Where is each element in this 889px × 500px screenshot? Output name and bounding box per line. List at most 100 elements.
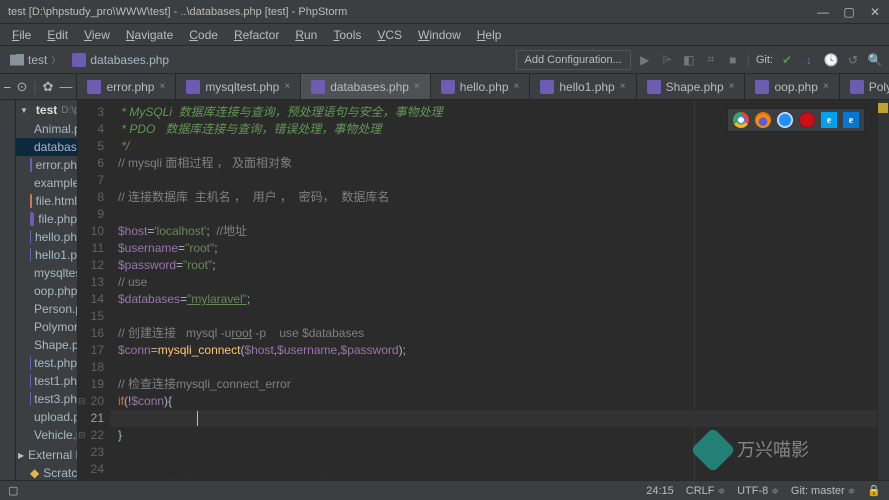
code-line (118, 206, 889, 223)
line-separator[interactable]: CRLF ≑ (686, 485, 725, 497)
menu-edit[interactable]: Edit (39, 26, 76, 44)
tree-root[interactable]: ▼ test D:\php (16, 100, 77, 120)
window-controls: — ▢ ✕ (817, 6, 881, 18)
menu-help[interactable]: Help (469, 26, 510, 44)
scrollbar-margin[interactable] (877, 100, 889, 480)
coverage-icon[interactable]: ◧ (681, 52, 697, 68)
close-icon[interactable]: × (284, 81, 290, 92)
tree-item[interactable]: file.php (16, 210, 77, 228)
vcs-history-icon[interactable]: 🕓 (823, 52, 839, 68)
tree-item[interactable]: database (16, 138, 77, 156)
tree-item[interactable]: hello1.p (16, 246, 77, 264)
tree-item[interactable]: test3.ph (16, 390, 77, 408)
tree-item[interactable]: file.html (16, 192, 77, 210)
menu-refactor[interactable]: Refactor (226, 26, 287, 44)
tree-scratches[interactable]: ◆ Scratches an (16, 464, 77, 480)
php-file-icon (311, 80, 325, 94)
tab-Shape.php[interactable]: Shape.php× (637, 74, 746, 99)
vcs-revert-icon[interactable]: ↺ (845, 52, 861, 68)
search-icon[interactable]: 🔍 (867, 52, 883, 68)
tree-item[interactable]: Vehicle.p (16, 426, 77, 444)
menu-navigate[interactable]: Navigate (118, 26, 181, 44)
code-line: // mysqli 面相过程 ， 及面相对象 (118, 155, 889, 172)
project-rail[interactable] (0, 100, 16, 480)
close-icon[interactable]: × (823, 81, 829, 92)
file-encoding[interactable]: UTF-8 ≑ (737, 485, 779, 497)
gutter: 345678910111213141516171819⊟2021⊟2223242… (78, 100, 110, 480)
title-bar: test [D:\phpstudy_pro\WWW\test] - ..\dat… (0, 0, 889, 24)
git-branch[interactable]: Git: master ≑ (791, 485, 855, 497)
php-file-icon (850, 80, 864, 94)
vcs-update-icon[interactable]: ↓ (801, 52, 817, 68)
tab-hello1.php[interactable]: hello1.php× (530, 74, 636, 99)
caret-position[interactable]: 24:15 (646, 485, 674, 497)
code-editor[interactable]: 345678910111213141516171819⊟2021⊟2223242… (78, 100, 889, 480)
opera-icon[interactable] (799, 112, 815, 128)
file-icon (30, 248, 31, 262)
tree-item[interactable]: oop.php (16, 282, 77, 300)
close-icon[interactable]: × (729, 81, 735, 92)
tree-item[interactable]: example. (16, 174, 77, 192)
php-file-icon (755, 80, 769, 94)
add-configuration-button[interactable]: Add Configuration... (516, 50, 631, 70)
debug-icon[interactable]: ⌲ (659, 52, 675, 68)
maximize-icon[interactable]: ▢ (843, 6, 855, 18)
menu-view[interactable]: View (76, 26, 118, 44)
tree-item[interactable]: Shape.p (16, 336, 77, 354)
vcs-commit-icon[interactable]: ✔ (779, 52, 795, 68)
tab-oop.php[interactable]: oop.php× (745, 74, 839, 99)
gear-icon[interactable]: ✿ (43, 79, 54, 95)
breadcrumb-root[interactable]: test 〉 (6, 51, 64, 69)
menu-run[interactable]: Run (287, 26, 325, 44)
menu-file[interactable]: File (4, 26, 39, 44)
run-icon[interactable]: ▶ (637, 52, 653, 68)
tree-item[interactable]: error.ph (16, 156, 77, 174)
triangle-down-icon: ▼ (20, 106, 28, 115)
file-icon (30, 230, 31, 244)
breadcrumb-file[interactable]: databases.php (68, 51, 173, 69)
menu-tools[interactable]: Tools (325, 26, 369, 44)
close-icon[interactable]: × (414, 81, 420, 92)
readonly-toggle-icon[interactable]: 🔒 (867, 484, 881, 497)
select-open-icon[interactable]: ⊙ (17, 79, 28, 95)
file-icon (30, 158, 32, 172)
chrome-icon[interactable] (733, 112, 749, 128)
tool-buttons-toggle[interactable]: ▢ (8, 485, 18, 497)
close-icon[interactable]: × (159, 81, 165, 92)
tab-databases.php[interactable]: databases.php× (301, 74, 431, 99)
main-area: ▼ test D:\php Animal.pdatabaseerror.phex… (0, 100, 889, 480)
tree-external-libraries[interactable]: ▶ External Libr (16, 446, 77, 464)
menu-window[interactable]: Window (410, 26, 469, 44)
collapse-icon[interactable]: ⎯ (4, 79, 11, 95)
tab-mysqltest.php[interactable]: mysqltest.php× (176, 74, 301, 99)
tree-item[interactable]: Polymor (16, 318, 77, 336)
hide-icon[interactable]: — (59, 79, 72, 94)
firefox-icon[interactable] (755, 112, 771, 128)
close-icon[interactable]: ✕ (869, 6, 881, 18)
inspection-warning-icon[interactable] (878, 103, 888, 113)
minimize-icon[interactable]: — (817, 6, 829, 18)
tab-hello.php[interactable]: hello.php× (431, 74, 531, 99)
code-line: } (118, 427, 889, 444)
file-icon (30, 194, 32, 208)
code-line: $databases="mylaravel"; (118, 291, 889, 308)
menu-code[interactable]: Code (181, 26, 226, 44)
tree-item[interactable]: test1.ph (16, 372, 77, 390)
safari-icon[interactable] (777, 112, 793, 128)
close-icon[interactable]: × (620, 81, 626, 92)
edge-icon[interactable]: e (843, 112, 859, 128)
code-area[interactable]: e e 万兴喵影 * MySQLi 数据库连接与查询，预处理语句与安全，事物处理… (110, 100, 889, 480)
stop-icon[interactable]: ■ (725, 52, 741, 68)
tree-item[interactable]: mysqltes (16, 264, 77, 282)
tab-Polymorphism.php[interactable]: Polymorphism.php× (840, 74, 889, 99)
tree-item[interactable]: upload.p (16, 408, 77, 426)
menu-vcs[interactable]: VCS (369, 26, 410, 44)
tree-item[interactable]: test.php (16, 354, 77, 372)
tree-item[interactable]: hello.ph (16, 228, 77, 246)
tree-item[interactable]: Person.p (16, 300, 77, 318)
tree-item[interactable]: Animal.p (16, 120, 77, 138)
ie-icon[interactable]: e (821, 112, 837, 128)
close-icon[interactable]: × (514, 81, 520, 92)
profiler-icon[interactable]: ⌗ (703, 52, 719, 68)
tab-error.php[interactable]: error.php× (77, 74, 176, 99)
